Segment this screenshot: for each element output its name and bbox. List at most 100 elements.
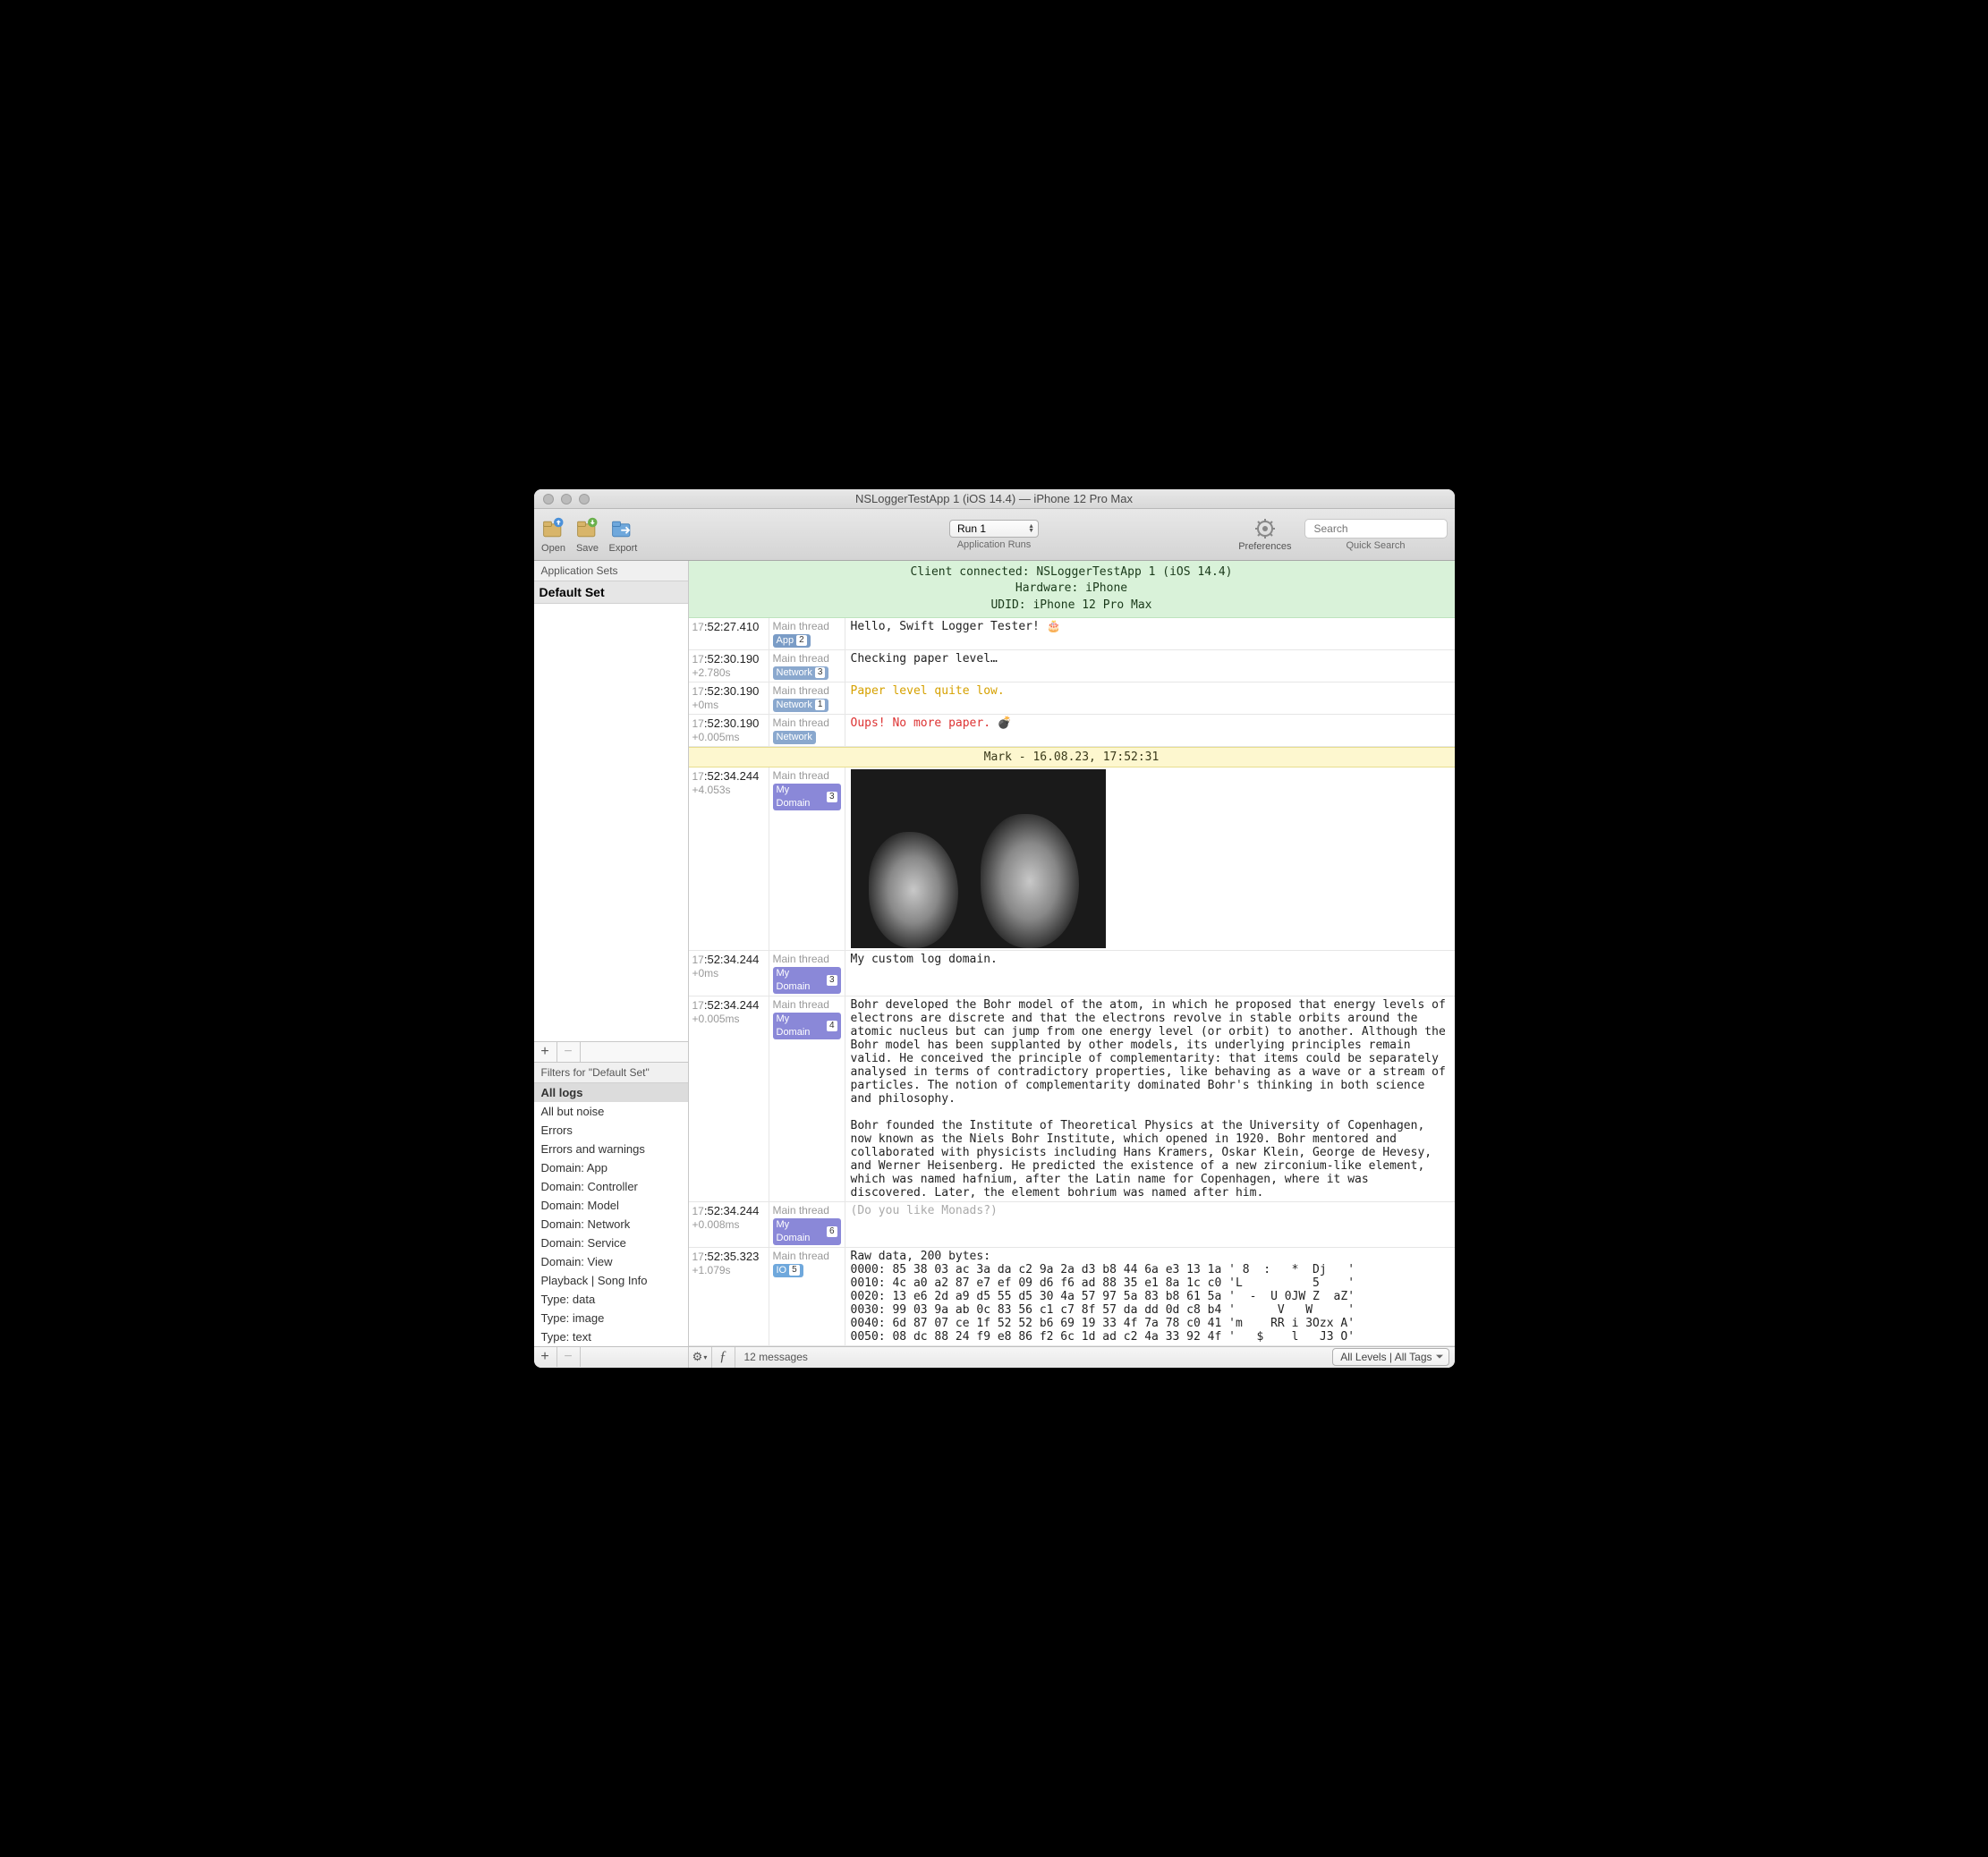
updown-icon: ▲▼ xyxy=(1028,524,1034,533)
traffic-lights xyxy=(534,494,590,505)
search-field[interactable] xyxy=(1304,519,1448,538)
mark-row: Mark - 16.08.23, 17:52:31 xyxy=(689,747,1455,767)
log-row[interactable]: 17:52:30.190+0msMain threadNetwork1Paper… xyxy=(689,683,1455,715)
log-thread: Main threadNetwork1 xyxy=(769,683,845,714)
filter-item[interactable]: Type: text xyxy=(534,1327,688,1346)
export-icon xyxy=(610,516,635,541)
log-row[interactable]: 17:52:30.190+0.005msMain threadNetworkOu… xyxy=(689,715,1455,747)
filter-item[interactable]: All but noise xyxy=(534,1102,688,1121)
function-button[interactable]: ƒ xyxy=(712,1347,735,1368)
save-icon xyxy=(575,516,600,541)
log-row[interactable]: 17:52:34.244+0msMain threadMy Domain3My … xyxy=(689,951,1455,996)
domain-tag: My Domain4 xyxy=(773,1013,841,1039)
log-thread: Main threadNetwork xyxy=(769,715,845,746)
export-label: Export xyxy=(609,543,638,554)
filter-item[interactable]: Errors and warnings xyxy=(534,1140,688,1158)
log-message: My custom log domain. xyxy=(845,951,1455,996)
filter-item[interactable]: Domain: Controller xyxy=(534,1177,688,1196)
log-message xyxy=(845,767,1455,950)
log-row[interactable]: 17:52:34.244+0.008msMain threadMy Domain… xyxy=(689,1202,1455,1248)
log-message: Checking paper level… xyxy=(845,650,1455,682)
add-filter-button[interactable]: + xyxy=(534,1347,557,1367)
log-timestamp: 17:52:34.244+4.053s xyxy=(689,767,769,950)
levels-selector[interactable]: All Levels | All Tags xyxy=(1332,1348,1449,1366)
appsets-header: Application Sets xyxy=(534,561,688,581)
remove-set-button[interactable]: − xyxy=(557,1042,581,1062)
message-count: 12 messages xyxy=(735,1351,817,1363)
filters-header: Filters for "Default Set" xyxy=(534,1063,688,1083)
log-timestamp: 17:52:34.244+0.008ms xyxy=(689,1202,769,1247)
log-timestamp: 17:52:30.190+0.005ms xyxy=(689,715,769,746)
save-label: Save xyxy=(576,543,599,554)
filter-item[interactable]: Domain: Network xyxy=(534,1215,688,1234)
log-row[interactable]: 17:52:35.323+1.079sMain threadIO5Raw dat… xyxy=(689,1248,1455,1346)
log-thread: Main threadMy Domain3 xyxy=(769,767,845,950)
runs-label: Application Runs xyxy=(957,539,1032,550)
quicksearch-label: Quick Search xyxy=(1346,540,1405,551)
domain-tag: My Domain3 xyxy=(773,967,841,994)
log-message: Paper level quite low. xyxy=(845,683,1455,714)
domain-tag: IO5 xyxy=(773,1264,803,1277)
filter-item[interactable]: Playback | Song Info xyxy=(534,1271,688,1290)
zoom-window-button[interactable] xyxy=(579,494,590,505)
log-row[interactable]: 17:52:30.190+2.780sMain threadNetwork3Ch… xyxy=(689,650,1455,683)
appset-item[interactable]: Default Set xyxy=(534,581,688,604)
gear-icon xyxy=(1254,518,1276,539)
domain-tag: Network1 xyxy=(773,699,829,712)
save-button[interactable]: Save xyxy=(575,516,600,554)
close-window-button[interactable] xyxy=(543,494,554,505)
log-rows[interactable]: 17:52:27.410Main threadApp2Hello, Swift … xyxy=(689,618,1455,1346)
log-row[interactable]: 17:52:34.244+0.005msMain threadMy Domain… xyxy=(689,996,1455,1202)
log-content: Client connected: NSLoggerTestApp 1 (iOS… xyxy=(689,561,1455,1346)
log-thread: Main threadNetwork3 xyxy=(769,650,845,682)
preferences-button[interactable]: Preferences xyxy=(1238,518,1291,552)
remove-filter-button[interactable]: − xyxy=(557,1347,581,1367)
toolbar: Open Save Export Run 1 ▲▼ Application Ru… xyxy=(534,509,1455,561)
filter-item[interactable]: Errors xyxy=(534,1121,688,1140)
log-thread: Main threadApp2 xyxy=(769,618,845,649)
log-timestamp: 17:52:34.244+0.005ms xyxy=(689,996,769,1201)
filter-item[interactable]: Domain: Service xyxy=(534,1234,688,1252)
run-selector[interactable]: Run 1 ▲▼ xyxy=(949,520,1039,538)
filter-item[interactable]: Domain: App xyxy=(534,1158,688,1177)
filter-item[interactable]: Type: image xyxy=(534,1309,688,1327)
log-row[interactable]: 17:52:27.410Main threadApp2Hello, Swift … xyxy=(689,618,1455,650)
log-timestamp: 17:52:30.190+2.780s xyxy=(689,650,769,682)
minimize-window-button[interactable] xyxy=(561,494,572,505)
banner-line-1: Client connected: NSLoggerTestApp 1 (iOS… xyxy=(689,564,1455,581)
filter-list: All logsAll but noiseErrorsErrors and wa… xyxy=(534,1083,688,1346)
log-message: (Do you like Monads?) xyxy=(845,1202,1455,1247)
log-message: Hello, Swift Logger Tester! 🎂 xyxy=(845,618,1455,649)
log-timestamp: 17:52:35.323+1.079s xyxy=(689,1248,769,1345)
filter-item[interactable]: Type: data xyxy=(534,1290,688,1309)
log-timestamp: 17:52:34.244+0ms xyxy=(689,951,769,996)
banner-line-2: Hardware: iPhone xyxy=(689,581,1455,597)
window-title: NSLoggerTestApp 1 (iOS 14.4) — iPhone 12… xyxy=(534,492,1455,505)
log-thread: Main threadMy Domain6 xyxy=(769,1202,845,1247)
run-selected-label: Run 1 xyxy=(957,522,986,535)
open-button[interactable]: Open xyxy=(541,516,566,554)
export-button[interactable]: Export xyxy=(609,516,638,554)
levels-label: All Levels | All Tags xyxy=(1340,1351,1432,1363)
settings-menu-button[interactable]: ⚙︎▾ xyxy=(689,1347,712,1368)
log-thread: Main threadMy Domain4 xyxy=(769,996,845,1201)
banner-line-3: UDID: iPhone 12 Pro Max xyxy=(689,598,1455,614)
sidebar: Application Sets Default Set + − Filters… xyxy=(534,561,689,1346)
domain-tag: My Domain6 xyxy=(773,1218,841,1245)
log-image xyxy=(851,769,1106,948)
log-thread: Main threadMy Domain3 xyxy=(769,951,845,996)
log-thread: Main threadIO5 xyxy=(769,1248,845,1345)
filter-item[interactable]: Domain: View xyxy=(534,1252,688,1271)
log-row[interactable]: 17:52:34.244+4.053sMain threadMy Domain3 xyxy=(689,767,1455,951)
connection-banner: Client connected: NSLoggerTestApp 1 (iOS… xyxy=(689,561,1455,618)
add-set-button[interactable]: + xyxy=(534,1042,557,1062)
filter-item[interactable]: Domain: Model xyxy=(534,1196,688,1215)
open-icon xyxy=(541,516,566,541)
filter-item[interactable]: All logs xyxy=(534,1083,688,1102)
statusbar: + − ⚙︎▾ ƒ 12 messages All Levels | All T… xyxy=(534,1346,1455,1368)
preferences-label: Preferences xyxy=(1238,541,1291,552)
log-message: Oups! No more paper. 💣 xyxy=(845,715,1455,746)
log-timestamp: 17:52:27.410 xyxy=(689,618,769,649)
log-message: Raw data, 200 bytes: 0000: 85 38 03 ac 3… xyxy=(845,1248,1455,1345)
search-input[interactable] xyxy=(1314,522,1453,535)
